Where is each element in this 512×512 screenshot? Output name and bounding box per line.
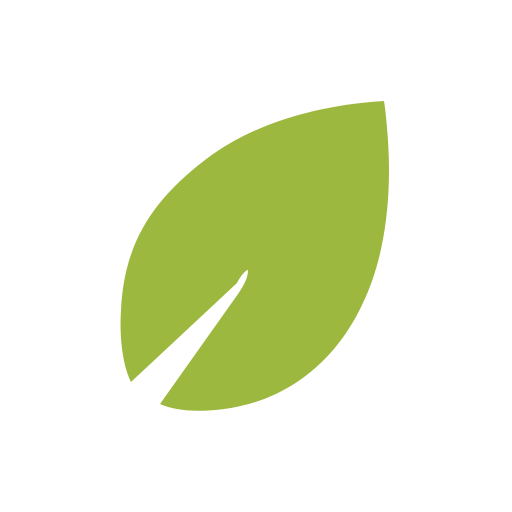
icon-canvas — [0, 0, 512, 512]
leaf-icon — [120, 101, 389, 411]
leaf-shape — [120, 101, 389, 411]
